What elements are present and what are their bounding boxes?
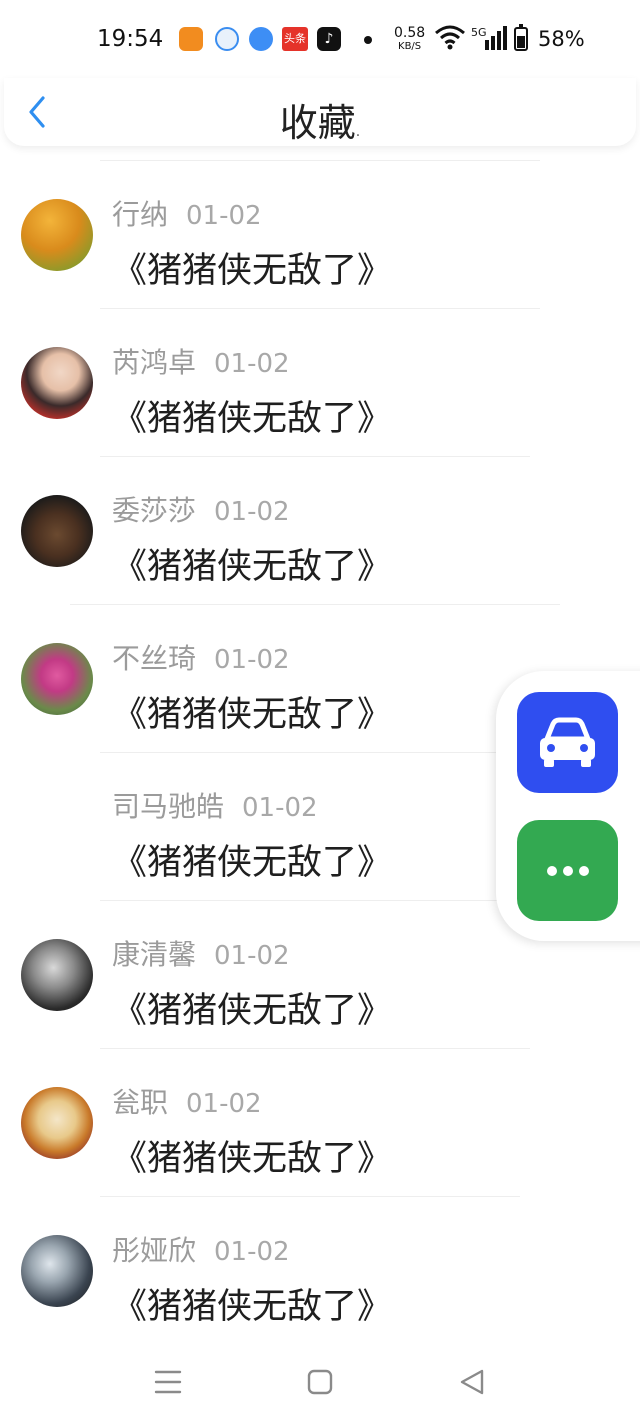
item-content[interactable]: 《猪猪侠无敌了》 bbox=[112, 834, 392, 885]
item-date: 01-02 bbox=[214, 645, 290, 675]
user-name[interactable]: 瓮职 bbox=[112, 1086, 168, 1119]
toutiao-icon: 头条 bbox=[282, 27, 308, 51]
page-title: 收藏. bbox=[4, 92, 636, 147]
list-item[interactable]: 芮鸿卓 01-02 《猪猪侠无敌了》 bbox=[0, 308, 640, 456]
item-meta: 委莎莎 01-02 bbox=[112, 489, 290, 529]
item-date: 01-02 bbox=[214, 1237, 290, 1267]
item-content[interactable]: 《猪猪侠无敌了》 bbox=[112, 538, 392, 589]
item-meta: 彤娅欣 01-02 bbox=[112, 1229, 290, 1269]
user-name[interactable]: 委莎莎 bbox=[112, 494, 196, 527]
avatar[interactable] bbox=[21, 643, 93, 715]
user-name[interactable]: 彤娅欣 bbox=[112, 1234, 196, 1267]
orange-app-icon bbox=[179, 27, 203, 51]
user-name[interactable]: 司马驰皓 bbox=[112, 790, 224, 823]
item-content[interactable]: 《猪猪侠无敌了》 bbox=[112, 242, 392, 293]
menu-icon[interactable] bbox=[148, 1362, 188, 1402]
signal-label: 5G bbox=[471, 26, 487, 39]
wifi-icon bbox=[435, 25, 465, 50]
list-item[interactable]: 行纳 01-02 《猪猪侠无敌了》 bbox=[0, 160, 640, 308]
home-square-icon[interactable] bbox=[300, 1362, 340, 1402]
circle-app-icon bbox=[215, 27, 239, 51]
item-content[interactable]: 《猪猪侠无敌了》 bbox=[112, 982, 392, 1033]
list-divider bbox=[100, 1196, 520, 1197]
user-name[interactable]: 不丝琦 bbox=[112, 642, 196, 675]
page-title-text: 收藏 bbox=[279, 101, 356, 145]
user-name[interactable]: 芮鸿卓 bbox=[112, 346, 196, 379]
tiktok-icon: ♪ bbox=[317, 27, 341, 51]
item-content[interactable]: 《猪猪侠无敌了》 bbox=[112, 1130, 392, 1181]
browser-icon bbox=[249, 27, 273, 51]
battery-icon bbox=[514, 24, 528, 51]
item-meta: 康清馨 01-02 bbox=[112, 933, 290, 973]
signal-icon: 5G bbox=[471, 26, 507, 50]
item-meta: 行纳 01-02 bbox=[112, 193, 262, 233]
net-speed-unit: KB/S bbox=[398, 41, 422, 52]
item-date: 01-02 bbox=[186, 1089, 262, 1119]
net-speed: 0.58 KB/S bbox=[394, 25, 426, 53]
list-item[interactable]: 瓮职 01-02 《猪猪侠无敌了》 bbox=[0, 1048, 640, 1196]
list-divider bbox=[100, 1048, 530, 1049]
net-speed-value: 0.58 bbox=[394, 25, 426, 41]
floating-panel bbox=[496, 671, 640, 941]
avatar[interactable] bbox=[21, 1235, 93, 1307]
page-title-mark: . bbox=[355, 124, 361, 140]
item-date: 01-02 bbox=[186, 201, 262, 231]
avatar[interactable] bbox=[21, 347, 93, 419]
item-meta: 芮鸿卓 01-02 bbox=[112, 341, 290, 381]
battery-percent: 58% bbox=[538, 27, 585, 51]
list-divider bbox=[100, 308, 540, 309]
notification-dot-icon bbox=[364, 36, 372, 44]
item-content[interactable]: 《猪猪侠无敌了》 bbox=[112, 1278, 392, 1329]
back-triangle-icon[interactable] bbox=[452, 1362, 492, 1402]
list-item[interactable]: 委莎莎 01-02 《猪猪侠无敌了》 bbox=[0, 456, 640, 604]
user-name[interactable]: 行纳 bbox=[112, 198, 168, 231]
status-time: 19:54 bbox=[97, 26, 164, 52]
avatar[interactable] bbox=[21, 939, 93, 1011]
item-meta: 不丝琦 01-02 bbox=[112, 637, 290, 677]
user-name[interactable]: 康清馨 bbox=[112, 938, 196, 971]
list-item[interactable]: 彤娅欣 01-02 《猪猪侠无敌了》 bbox=[0, 1196, 640, 1344]
item-content[interactable]: 《猪猪侠无敌了》 bbox=[112, 686, 392, 737]
item-date: 01-02 bbox=[242, 793, 318, 823]
car-icon bbox=[540, 717, 595, 767]
item-meta: 司马驰皓 01-02 bbox=[112, 785, 318, 825]
list-divider bbox=[100, 752, 560, 753]
list-divider bbox=[100, 160, 540, 161]
list-divider bbox=[100, 456, 530, 457]
avatar[interactable] bbox=[21, 495, 93, 567]
list-divider bbox=[70, 604, 560, 605]
car-button[interactable] bbox=[517, 692, 618, 793]
item-date: 01-02 bbox=[214, 941, 290, 971]
header: 收藏. bbox=[4, 78, 636, 146]
avatar[interactable] bbox=[21, 1087, 93, 1159]
item-date: 01-02 bbox=[214, 497, 290, 527]
more-button[interactable] bbox=[517, 820, 618, 921]
item-content[interactable]: 《猪猪侠无敌了》 bbox=[112, 390, 392, 441]
status-bar: 19:54 头条 ♪ 0.58 KB/S 5G 58% bbox=[0, 0, 640, 82]
avatar[interactable] bbox=[21, 199, 93, 271]
list-divider bbox=[100, 900, 530, 901]
item-meta: 瓮职 01-02 bbox=[112, 1081, 262, 1121]
item-date: 01-02 bbox=[214, 349, 290, 379]
more-dots-icon bbox=[547, 866, 589, 876]
system-nav-bar bbox=[0, 1340, 640, 1422]
